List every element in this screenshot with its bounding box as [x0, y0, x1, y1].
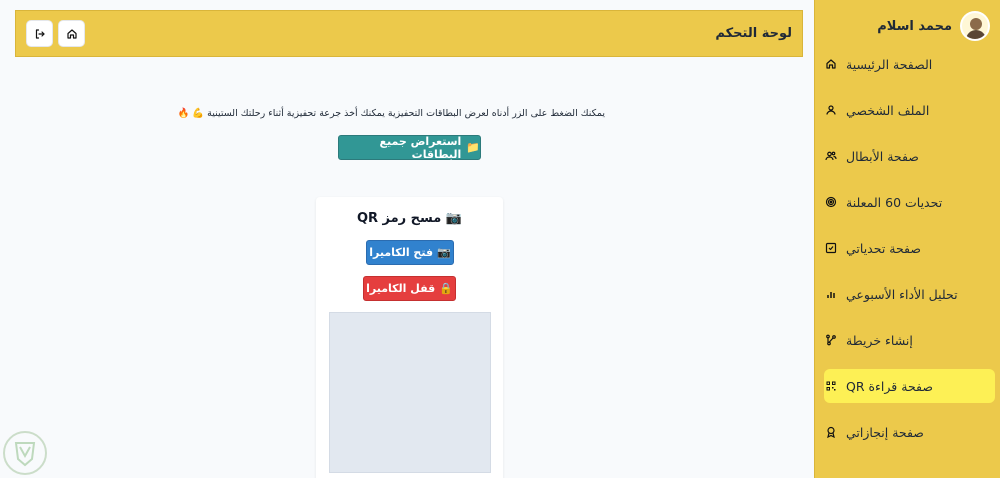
avatar [960, 11, 990, 41]
sidebar-item-heroes[interactable]: صفحة الأبطال [824, 139, 985, 173]
page-title: لوحة التحكم [715, 26, 792, 41]
camera-icon: 📷 [437, 246, 451, 259]
card-title-text: مسح رمز QR [356, 211, 442, 226]
award-icon [824, 425, 838, 439]
home-button[interactable] [58, 20, 85, 47]
sidebar-item-label: صفحة قراءة QR [846, 378, 933, 394]
sidebar-item-label: الملف الشخصي [846, 102, 930, 118]
users-icon [824, 149, 838, 163]
sidebar-item-label: صفحة الأبطال [846, 148, 919, 164]
sidebar-item-label: صفحة تحدياتي [846, 240, 921, 256]
sidebar-item-my-challenges[interactable]: صفحة تحدياتي [824, 231, 985, 265]
sidebar-item-label: إنشاء خريطة [846, 332, 913, 348]
checkbox-icon [824, 241, 838, 255]
sidebar: محمد اسلام الصفحة الرئيسية الملف الشخصي … [814, 0, 1000, 478]
user-name: محمد اسلام [877, 18, 952, 34]
sidebar-item-weekly-analysis[interactable]: تحليل الأداء الأسبوعي [824, 277, 985, 311]
sidebar-item-label: صفحة إنجازاتي [846, 424, 924, 440]
sidebar-item-achievements[interactable]: صفحة إنجازاتي [824, 415, 985, 449]
close-camera-label: قفل الكاميرا [366, 282, 436, 295]
user-icon [824, 103, 838, 117]
browse-button-label: استعراض جميع البطاقات [379, 134, 462, 161]
branch-icon [824, 333, 838, 347]
folder-icon: 📁 [466, 141, 480, 154]
home-icon [824, 57, 838, 71]
user-profile[interactable]: محمد اسلام [820, 10, 990, 42]
qr-icon [824, 379, 838, 393]
watermark-logo [3, 431, 47, 475]
info-text: يمكنك الضغط على الزر أدناه لعرض البطاقات… [177, 108, 605, 119]
bar-chart-icon [824, 287, 838, 301]
sidebar-item-label: تحليل الأداء الأسبوعي [846, 286, 958, 302]
sidebar-item-qr-reader[interactable]: صفحة قراءة QR [824, 369, 995, 403]
home-icon [66, 28, 77, 39]
camera-icon: 📷 [445, 211, 463, 226]
card-title: 📷 مسح رمز QR [316, 211, 503, 226]
sidebar-item-challenges-60[interactable]: تحديات 60 المعلنة [824, 185, 985, 219]
lock-icon: 🔒 [439, 282, 453, 295]
open-camera-button[interactable]: 📷 فتح الكاميرا [366, 240, 454, 265]
top-header: لوحة التحكم [15, 10, 803, 57]
sidebar-item-label: الصفحة الرئيسية [846, 56, 933, 72]
logout-icon [35, 28, 45, 39]
sidebar-item-home[interactable]: الصفحة الرئيسية [824, 47, 985, 81]
sidebar-item-create-map[interactable]: إنشاء خريطة [824, 323, 985, 357]
sidebar-nav: الصفحة الرئيسية الملف الشخصي صفحة الأبطا… [824, 47, 995, 461]
target-icon [824, 195, 838, 209]
sidebar-item-label: تحديات 60 المعلنة [846, 194, 943, 210]
camera-preview [329, 312, 491, 473]
qr-scan-card: 📷 مسح رمز QR 📷 فتح الكاميرا 🔒 قفل الكامي… [316, 197, 503, 478]
browse-all-cards-button[interactable]: 📁 استعراض جميع البطاقات [338, 134, 481, 161]
close-camera-button[interactable]: 🔒 قفل الكاميرا [363, 276, 456, 301]
sidebar-item-profile[interactable]: الملف الشخصي [824, 93, 985, 127]
open-camera-label: فتح الكاميرا [369, 246, 434, 259]
logout-button[interactable] [26, 20, 53, 47]
